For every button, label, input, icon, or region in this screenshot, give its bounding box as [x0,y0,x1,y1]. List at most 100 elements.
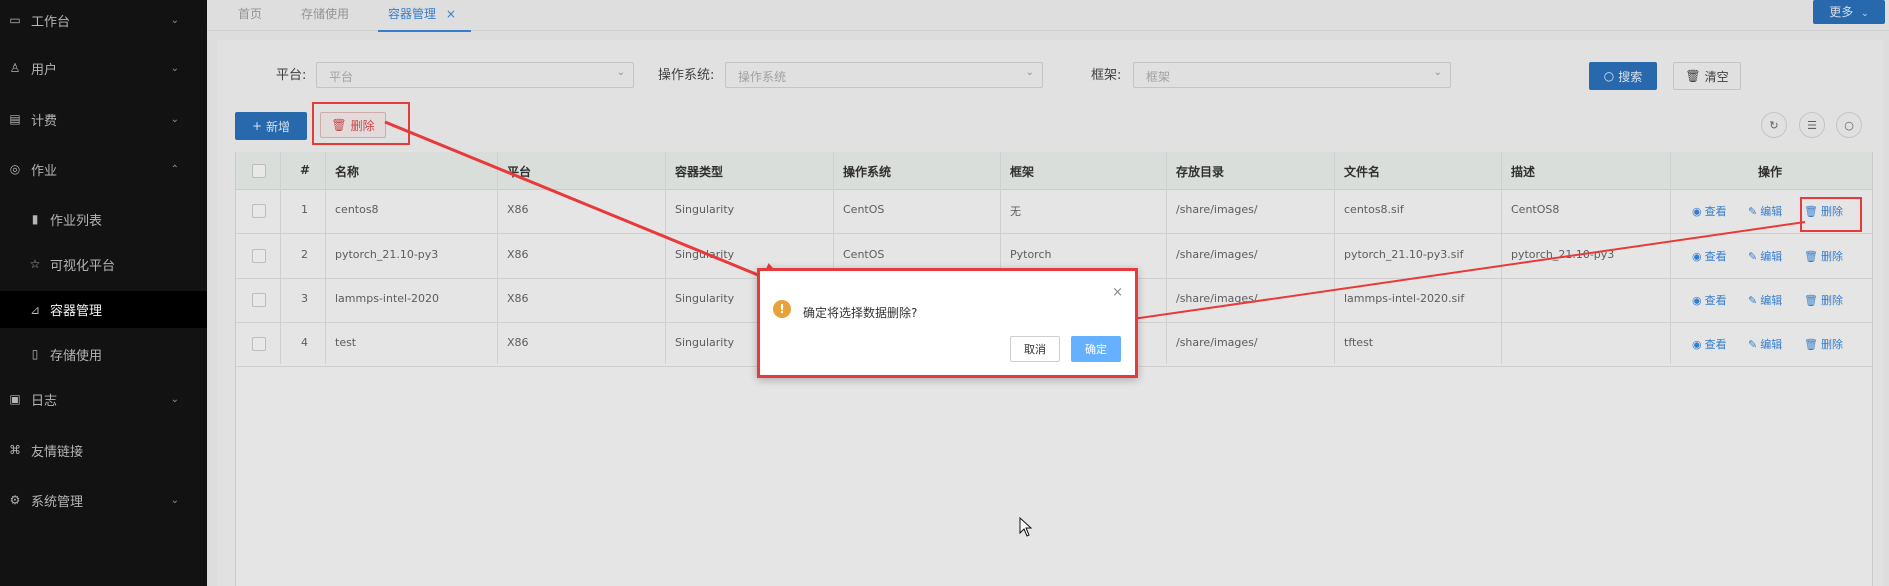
cell-type: Singularity [675,292,735,305]
sidebar-item-label: 友情链接 [31,444,84,460]
sidebar-item-user[interactable]: ♙ 用户 ⌄ [0,50,207,86]
sidebar-item-label: 系统管理 [31,494,84,510]
cell-os: CentOS [843,248,885,261]
gear-icon: ⚙ [9,493,21,507]
chevron-down-icon: ⌄ [1433,67,1442,78]
link-icon: ⌘ [9,443,21,457]
cell-desc: CentOS8 [1511,203,1560,216]
eye-icon: ◉ [1692,293,1702,307]
cell-dir: /share/images/ [1176,292,1258,305]
cell-index: 4 [301,336,308,349]
annotation-box [1800,197,1862,232]
cell-os: CentOS [843,203,885,216]
chevron-up-icon: ⌃ [170,163,179,175]
view-button[interactable]: ◉ 查看 [1692,248,1727,264]
plus-icon: + [251,119,263,133]
sidebar-item-label: 作业 [31,163,58,179]
view-label: 查看 [1704,205,1727,218]
col-name: 名称 [335,165,360,179]
cell-file: lammps-intel-2020.sif [1344,292,1465,305]
sidebar-item-links[interactable]: ⌘ 友情链接 [0,432,207,468]
col-actions: 操作 [1758,165,1783,179]
sidebar-item-label: 可视化平台 [50,258,116,274]
search-button[interactable]: ○ 搜索 [1589,62,1657,90]
user-icon: ♙ [9,61,21,75]
framework-label: 框架: [1091,68,1122,83]
edit-icon: ✎ [1748,337,1758,351]
view-label: 查看 [1704,338,1727,351]
os-select[interactable]: 操作系统 ⌄ [725,62,1043,88]
search-toggle-icon[interactable]: ○ [1836,112,1862,138]
clear-button[interactable]: 🗑 清空 [1673,62,1741,90]
platform-select[interactable]: 平台 ⌄ [316,62,634,88]
bar-chart-icon: ▮ [31,212,39,226]
delete-button[interactable]: 🗑 删除 [1804,336,1843,352]
add-button[interactable]: + 新增 [235,112,307,140]
row-checkbox[interactable] [252,249,266,263]
sidebar-item-workbench[interactable]: ▭ 工作台 ⌄ [0,2,207,38]
more-button[interactable]: 更多 ⌄ [1813,0,1885,24]
mouse-cursor-icon [1019,517,1033,537]
refresh-icon[interactable]: ↻ [1761,112,1787,138]
framework-select[interactable]: 框架 ⌄ [1133,62,1451,88]
platform-placeholder: 平台 [329,70,354,84]
view-button[interactable]: ◉ 查看 [1692,292,1727,308]
cell-framework: 无 [1010,205,1021,218]
sidebar-item-container[interactable]: ⊿ 容器管理 [0,291,207,328]
tab-home[interactable]: 首页 [238,0,262,30]
col-os: 操作系统 [843,165,892,179]
close-icon[interactable]: × [1112,285,1123,300]
table-header: # 名称 平台 容器类型 操作系统 框架 存放目录 文件名 描述 操作 [236,152,1872,190]
view-button[interactable]: ◉ 查看 [1692,203,1727,219]
sidebar-item-storage[interactable]: ▯ 存储使用 [0,336,207,372]
edit-button[interactable]: ✎ 编辑 [1748,336,1782,352]
cell-name: pytorch_21.10-py3 [335,248,439,261]
search-label: 搜索 [1618,69,1643,84]
sidebar-item-visual-platform[interactable]: ☆ 可视化平台 [0,246,207,282]
chevron-down-icon: ⌄ [170,494,179,506]
delete-button[interactable]: 🗑 删除 [1804,248,1843,264]
trash-icon: 🗑 [1804,293,1818,307]
cell-platform: X86 [507,292,529,305]
row-checkbox[interactable] [252,337,266,351]
job-icon: ◎ [9,162,21,176]
edit-button[interactable]: ✎ 编辑 [1748,248,1782,264]
cell-dir: /share/images/ [1176,248,1258,261]
billing-icon: ▤ [9,112,21,126]
view-label: 查看 [1704,250,1727,263]
framework-placeholder: 框架 [1146,70,1171,84]
cancel-button[interactable]: 取消 [1010,336,1060,362]
cell-file: centos8.sif [1344,203,1404,216]
clear-label: 清空 [1704,69,1729,84]
eye-icon: ◉ [1692,249,1702,263]
cell-framework: Pytorch [1010,248,1052,261]
edit-button[interactable]: ✎ 编辑 [1748,292,1782,308]
delete-label: 删除 [1820,294,1843,307]
edit-label: 编辑 [1760,294,1783,307]
table-row[interactable]: 1 centos8 X86 Singularity CentOS 无 /shar… [236,189,1872,234]
chevron-down-icon: ⌄ [170,393,179,405]
columns-icon[interactable]: ☰ [1799,112,1825,138]
sidebar-item-label: 日志 [31,393,58,409]
log-icon: ▣ [9,392,21,406]
sidebar-item-system[interactable]: ⚙ 系统管理 ⌄ [0,482,207,518]
view-button[interactable]: ◉ 查看 [1692,336,1727,352]
sidebar-item-billing[interactable]: ▤ 计费 ⌄ [0,101,207,137]
monitor-icon: ▭ [9,13,21,27]
row-checkbox[interactable] [252,293,266,307]
select-all-checkbox[interactable] [252,164,266,178]
sidebar: ▭ 工作台 ⌄ ♙ 用户 ⌄ ▤ 计费 ⌄ ◎ 作业 ⌃ ▮ 作业列表 ☆ 可视… [0,0,207,586]
row-checkbox[interactable] [252,204,266,218]
edit-button[interactable]: ✎ 编辑 [1748,203,1782,219]
trash-icon: 🗑 [1804,337,1818,351]
close-icon[interactable]: × [446,7,456,21]
delete-button[interactable]: 🗑 删除 [1804,292,1843,308]
sidebar-item-log[interactable]: ▣ 日志 ⌄ [0,381,207,417]
cell-dir: /share/images/ [1176,203,1258,216]
tab-storage[interactable]: 存储使用 [301,0,349,30]
confirm-button[interactable]: 确定 [1071,336,1121,362]
sidebar-item-job-list[interactable]: ▮ 作业列表 [0,201,207,237]
tab-container[interactable]: 容器管理 × [378,0,471,32]
sidebar-item-job[interactable]: ◎ 作业 ⌃ [0,151,207,187]
star-icon: ☆ [29,257,41,271]
